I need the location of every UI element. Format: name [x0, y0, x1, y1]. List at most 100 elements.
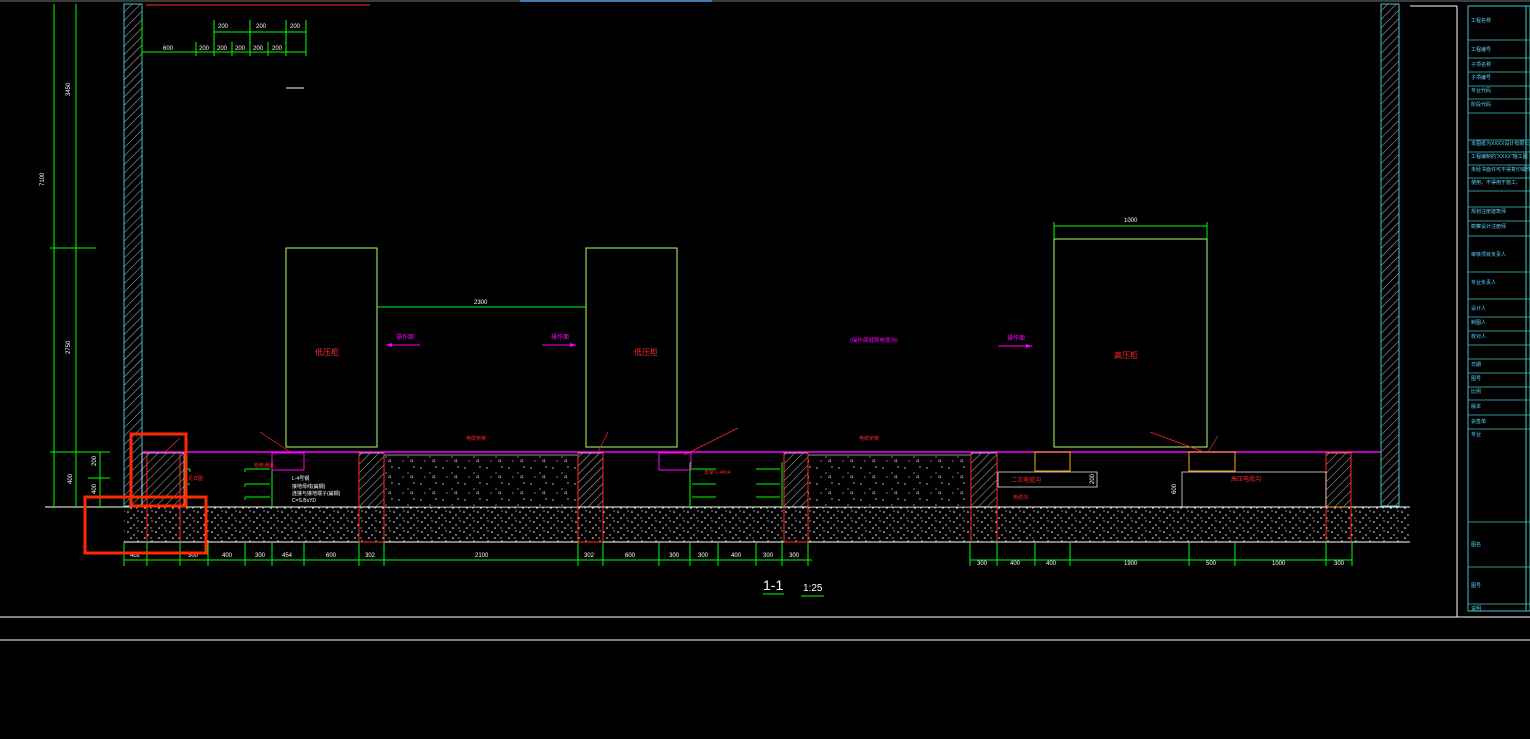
svg-text:300: 300: [977, 561, 988, 567]
bottom-dim-top: 200: [1090, 473, 1096, 484]
right-wall: [1380, 3, 1400, 507]
svg-text:400: 400: [222, 553, 233, 559]
operation-arrow-2: 操作面: [542, 333, 576, 347]
bottom-dim-600: 600: [1172, 483, 1178, 494]
title-block-row-label: 说明: [1471, 605, 1481, 612]
left-dim-1: 3450: [66, 82, 72, 96]
cable-trench-2: [807, 454, 972, 508]
svg-text:操作面: 操作面: [1007, 334, 1025, 342]
svg-text:600: 600: [326, 553, 337, 559]
section-scale: 1:25: [803, 583, 823, 594]
tray-label-2: 电缆桥架: [859, 435, 879, 442]
trench-wall-b: [577, 452, 604, 508]
svg-text:300: 300: [669, 553, 680, 559]
left-dim-5: 200: [92, 455, 98, 466]
title-block-row-label: 子项编号: [1471, 74, 1491, 81]
left-dim-4: 400: [68, 473, 74, 484]
svg-text:400: 400: [731, 553, 742, 559]
title-block-row-label: 图名: [1471, 541, 1481, 548]
trench-wall-e: [1325, 452, 1352, 508]
left-dimension-lines: [50, 4, 110, 508]
svg-text:300: 300: [1334, 561, 1345, 567]
operation-arrow-1: 操作面: [386, 333, 420, 347]
svg-text:操作面: 操作面: [551, 333, 569, 341]
equipment-label-1: 低压柜: [315, 347, 339, 357]
svg-text:400: 400: [1046, 561, 1057, 567]
title-block-row-label: 工程编号: [1471, 46, 1491, 53]
left-dim-2: 7100: [40, 172, 46, 186]
title-block-row-label: 制图人: [1471, 319, 1486, 326]
title-block-row-label: 日期: [1471, 362, 1481, 368]
title-block-row-label: 专业负责人: [1471, 279, 1496, 286]
middle-note: (操作面缝隙电缆沟): [850, 336, 898, 344]
svg-text:2100: 2100: [475, 553, 489, 559]
title-block-row-label: 本图纸为XXXX设计有限公司所有: [1471, 140, 1530, 147]
svg-text:300: 300: [255, 553, 266, 559]
trench-wall-d: [970, 452, 998, 508]
tray-label-1: 电缆桥架: [466, 435, 486, 442]
top-upper-dim-3: 200: [290, 24, 301, 30]
svg-text:300: 300: [789, 553, 800, 559]
low-voltage-cabinet-2[interactable]: [585, 247, 678, 448]
title-block-row-label: 校对人: [1471, 333, 1486, 340]
trench-wall-left: [141, 452, 185, 508]
top-dim-2: 200: [199, 46, 210, 52]
top-window-edge: [0, 0, 1530, 2]
note-c: 连接与接地端子(扁钢): [292, 490, 341, 497]
title-block-row-label: 设计人: [1471, 305, 1486, 312]
title-block-row-label: 审核项目负责人: [1471, 251, 1506, 258]
top-dim-6: 200: [272, 46, 283, 52]
title-block-row-label: 工程名称: [1471, 17, 1491, 24]
svg-text:500: 500: [1206, 561, 1217, 567]
title-block-row-label: 勘察设计注册师: [1471, 223, 1506, 230]
gap-label: 检修通道: [254, 462, 274, 469]
left-wall: [123, 3, 143, 507]
left-dim-3: 2750: [66, 340, 72, 354]
top-dim-5: 200: [253, 46, 264, 52]
cable-trench-1: [383, 454, 579, 508]
ground-slab: [124, 507, 1409, 542]
title-block-row-label: 子项名称: [1471, 61, 1491, 68]
trench-wall-a: [358, 452, 385, 508]
top-upper-dim-2: 200: [256, 24, 267, 30]
base-4: [1188, 451, 1236, 472]
title-block-row-label: 比例: [1471, 388, 1481, 395]
svg-text:454: 454: [282, 553, 293, 559]
base-1: [271, 452, 305, 471]
svg-text:1900: 1900: [1124, 561, 1138, 567]
right-equip-dim-label: 1000: [1124, 218, 1138, 224]
trench-label-3: 高压电缆沟: [1231, 475, 1261, 483]
note-b: 接地母线(扁钢): [292, 483, 326, 490]
title-block-row-label: 阶段代码: [1471, 101, 1491, 108]
title-block-row-label: 未经书面许可不得复印或作其他用途: [1471, 166, 1530, 173]
top-dim-1: 600: [163, 46, 174, 52]
equipment-label-3: 高压柜: [1114, 350, 1138, 360]
note-left: 见详图: [188, 475, 203, 482]
cad-drawing-canvas[interactable]: 低压柜 低压柜 高压柜 2300 1000 操作面 操作面 操作面 (操作面缝隙…: [0, 0, 1530, 739]
title-block-row-label: 图号: [1471, 376, 1481, 382]
span-dim-label: 2300: [474, 300, 488, 306]
support-label: 支架 L-40x4: [704, 469, 731, 476]
equipment-label-2: 低压柜: [634, 347, 658, 357]
svg-text:600: 600: [625, 553, 636, 559]
svg-text:302: 302: [584, 553, 595, 559]
svg-text:300: 300: [698, 553, 709, 559]
base-3: [1034, 451, 1071, 472]
title-block-row-label: 图号: [1471, 583, 1481, 589]
high-voltage-cabinet[interactable]: [1053, 238, 1208, 448]
cable-supports-mid: [689, 462, 783, 506]
top-dim-4: 200: [235, 46, 246, 52]
title-block-rows: 工程名称工程编号子项名称子项编号专业代码阶段代码本图纸为XXXX设计有限公司所有…: [1468, 17, 1530, 612]
note-d: C=S.BxYD: [292, 498, 316, 504]
svg-text:300: 300: [763, 553, 774, 559]
title-block-row-label: 规划注册建筑师: [1471, 208, 1506, 215]
svg-text:1000: 1000: [1272, 561, 1286, 567]
trench-wall-c: [783, 452, 809, 508]
title-block-row-label: 专业: [1471, 431, 1481, 438]
left-dim-6: 400: [92, 483, 98, 494]
svg-text:操作面: 操作面: [396, 333, 414, 341]
title-block-row-label: 使用，不得用于施工。: [1471, 179, 1521, 186]
note-a: L-4号钢: [292, 475, 309, 482]
base-2: [658, 452, 692, 471]
leader-lines: [164, 427, 1219, 456]
